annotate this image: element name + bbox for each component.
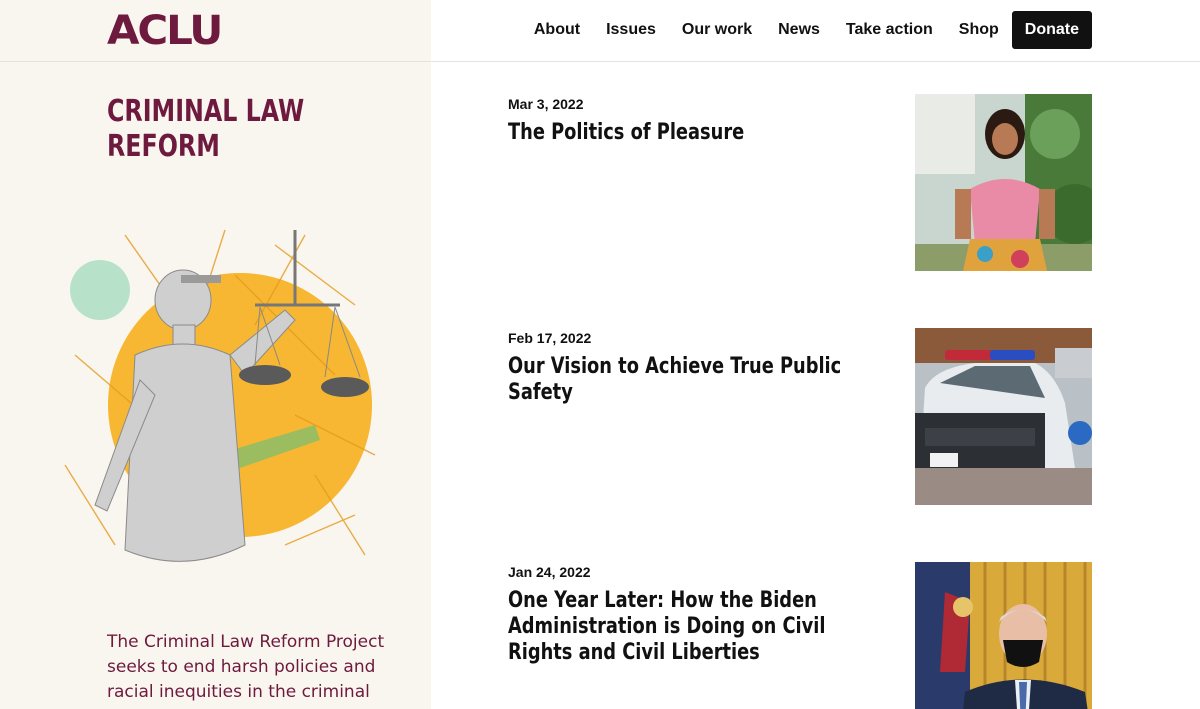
- nav-news[interactable]: News: [778, 11, 820, 49]
- nav-about[interactable]: About: [534, 11, 580, 49]
- article-title-link[interactable]: One Year Later: How the Biden Administra…: [508, 588, 850, 666]
- article-image-biden[interactable]: [915, 562, 1092, 709]
- aclu-logo[interactable]: ACLU: [107, 8, 223, 54]
- article-card: Jan 24, 2022 One Year Later: How the Bid…: [508, 562, 1093, 709]
- nav-take-action[interactable]: Take action: [846, 11, 933, 49]
- main-nav: About Issues Our work News Take action S…: [534, 11, 1092, 49]
- article-date: Feb 17, 2022: [508, 330, 592, 346]
- article-image-police-car[interactable]: [915, 328, 1092, 505]
- article-date: Jan 24, 2022: [508, 564, 591, 580]
- page-title: CRIMINAL LAW REFORM: [107, 94, 305, 164]
- lady-justice-illustration: [55, 215, 385, 585]
- nav-our-work[interactable]: Our work: [682, 11, 752, 49]
- article-title-link[interactable]: Our Vision to Achieve True Public Safety: [508, 354, 850, 406]
- site-header: ACLU About Issues Our work News Take act…: [0, 0, 1200, 62]
- donate-button[interactable]: Donate: [1011, 11, 1092, 49]
- article-card: Feb 17, 2022 Our Vision to Achieve True …: [508, 328, 1093, 506]
- article-title-link[interactable]: The Politics of Pleasure: [508, 120, 850, 146]
- nav-shop[interactable]: Shop: [959, 11, 999, 49]
- article-date: Mar 3, 2022: [508, 96, 584, 112]
- article-image-woman[interactable]: [915, 94, 1092, 271]
- nav-issues[interactable]: Issues: [606, 11, 656, 49]
- article-card: Mar 3, 2022 The Politics of Pleasure: [508, 94, 1093, 272]
- section-description: The Criminal Law Reform Project seeks to…: [107, 632, 385, 702]
